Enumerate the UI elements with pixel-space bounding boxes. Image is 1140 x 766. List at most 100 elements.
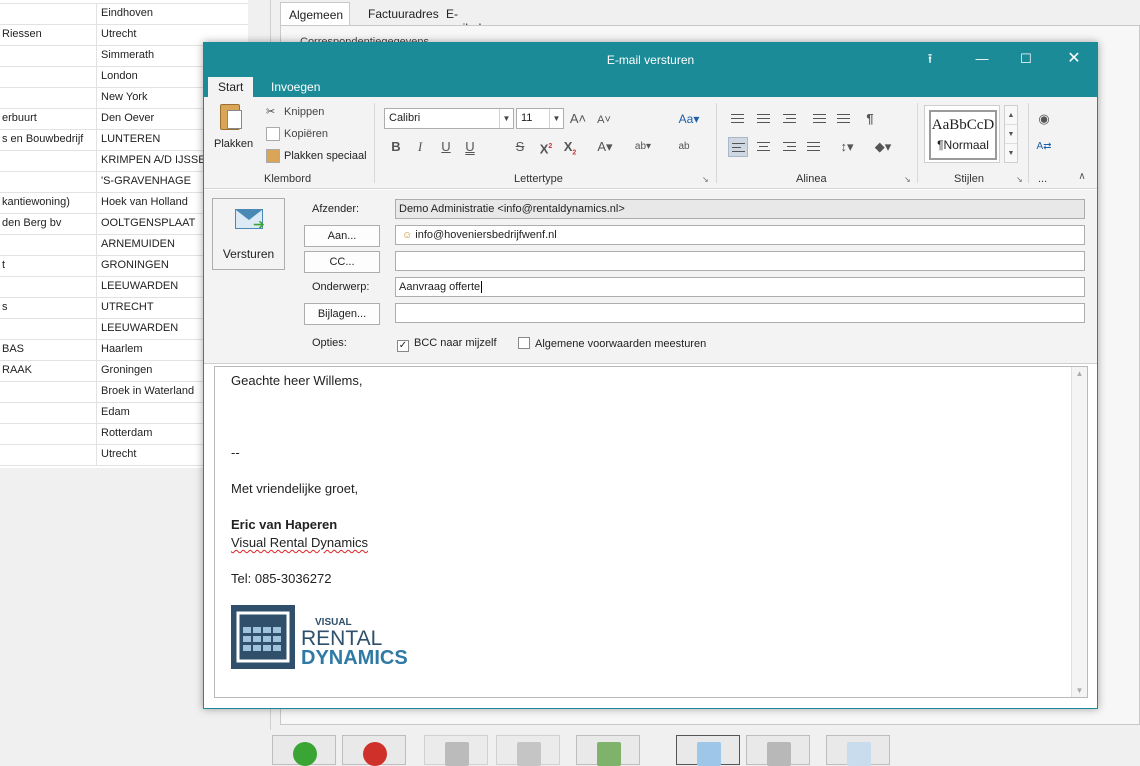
list-cell-city: Rotterdam: [101, 427, 153, 439]
align-center-icon[interactable]: [754, 137, 774, 157]
find-icon[interactable]: ◉: [1034, 109, 1054, 129]
delete-button[interactable]: [342, 735, 406, 766]
chevron-up-icon[interactable]: ▲: [1005, 106, 1017, 125]
letter-button[interactable]: [826, 735, 890, 766]
pin-icon[interactable]: ⭱: [920, 49, 940, 69]
launcher-icon[interactable]: ↘: [904, 175, 911, 184]
superscript-icon[interactable]: X2: [536, 137, 556, 157]
list-cell-name: t: [0, 256, 97, 277]
shrink-font-icon[interactable]: A˅: [594, 110, 614, 130]
body-signature-phone: Tel: 085-3036272: [231, 571, 332, 586]
justify-icon[interactable]: [804, 137, 824, 157]
list-cell-city: LEEUWARDEN: [101, 322, 179, 334]
terms-checkbox[interactable]: Algemene voorwaarden meesturen: [518, 337, 706, 350]
subscript-icon[interactable]: X2: [560, 137, 580, 157]
launcher-icon[interactable]: ↘: [1016, 175, 1023, 184]
save-button[interactable]: [424, 735, 488, 766]
tab-emailadressen[interactable]: E-mailadressen: [438, 2, 525, 35]
tab-algemeen[interactable]: Algemeen: [280, 2, 350, 26]
phone-button[interactable]: [746, 735, 810, 766]
send-button[interactable]: ➔ Versturen: [212, 198, 285, 270]
list-cell-name: [0, 172, 97, 193]
font-family-select[interactable]: Calibri ▼: [384, 108, 514, 129]
paste-icon[interactable]: [218, 102, 244, 134]
list-cell-city: LUNTEREN: [101, 133, 161, 145]
chevron-up-icon[interactable]: ▲: [1072, 369, 1087, 378]
font-size-select[interactable]: 11 ▼: [516, 108, 564, 129]
increase-indent-icon[interactable]: [834, 109, 854, 129]
grow-font-icon[interactable]: A˄: [568, 109, 588, 129]
italic-icon[interactable]: I: [410, 137, 430, 157]
close-icon[interactable]: ✕: [1064, 49, 1084, 69]
decrease-indent-icon[interactable]: [810, 109, 830, 129]
bcc-label: BCC naar mijzelf: [414, 337, 497, 349]
list-cell-name: [0, 403, 97, 424]
line-spacing-icon[interactable]: ↕▾: [832, 137, 862, 157]
more-styles-icon[interactable]: ▼: [1005, 144, 1017, 163]
bcc-checkbox[interactable]: ✓ BCC naar mijzelf: [397, 337, 497, 352]
bullets-icon[interactable]: [728, 109, 748, 129]
attachments-field[interactable]: [395, 303, 1085, 323]
align-left-icon[interactable]: [728, 137, 748, 157]
paste-button[interactable]: Plakken: [214, 138, 253, 150]
launcher-icon[interactable]: ↘: [702, 175, 709, 184]
styles-scroll[interactable]: ▲ ▼ ▼: [1004, 105, 1018, 163]
font-color-icon[interactable]: A▾: [590, 137, 620, 157]
collapse-ribbon-icon[interactable]: ∧: [1072, 167, 1092, 187]
cancel-button[interactable]: [496, 735, 560, 766]
subject-field[interactable]: Aanvraag offerte: [395, 277, 1085, 297]
numbering-icon[interactable]: [754, 109, 774, 129]
cc-button[interactable]: CC...: [304, 251, 380, 273]
list-cell-name: [0, 88, 97, 109]
font-family-value: Calibri: [389, 112, 421, 124]
tab-factuuradres[interactable]: Factuuradres: [360, 2, 447, 26]
chevron-down-icon[interactable]: ▼: [1005, 125, 1017, 144]
replace-icon[interactable]: A⇄: [1034, 137, 1054, 157]
to-button[interactable]: Aan...: [304, 225, 380, 247]
multilevel-list-icon[interactable]: [780, 109, 800, 129]
message-body[interactable]: Geachte heer Willems, -- Met vriendelijk…: [214, 366, 1088, 698]
to-field[interactable]: ☺ info@hoveniersbedrijfwenf.nl: [395, 225, 1085, 245]
list-cell-name: [0, 4, 97, 25]
list-cell-name: [0, 319, 97, 340]
cc-field[interactable]: [395, 251, 1085, 271]
chevron-down-icon[interactable]: ▼: [1072, 686, 1087, 695]
paste-special-button[interactable]: Plakken speciaal: [266, 149, 367, 167]
list-cell-city: Edam: [101, 406, 130, 418]
underline-icon[interactable]: U: [436, 137, 456, 157]
delete-icon: [363, 742, 387, 766]
add-button[interactable]: [272, 735, 336, 766]
subject-label: Onderwerp:: [312, 281, 370, 293]
body-scrollbar[interactable]: ▲ ▼: [1071, 367, 1087, 697]
double-underline-icon[interactable]: U: [460, 137, 480, 157]
list-cell-name: [0, 445, 97, 466]
list-cell-name: erbuurt: [0, 109, 97, 130]
tab-invoegen[interactable]: Invoegen: [261, 77, 330, 97]
letter-icon: [847, 742, 871, 766]
from-label: Afzender:: [312, 203, 360, 215]
list-cell-name: [0, 46, 97, 67]
email-button[interactable]: [676, 735, 740, 766]
pilcrow-icon[interactable]: ¶: [860, 109, 880, 129]
strikethrough-icon[interactable]: S: [510, 137, 530, 157]
map-button[interactable]: [576, 735, 640, 766]
styles-gallery[interactable]: AaBbCcD ¶Normaal: [924, 105, 1000, 163]
clear-format-icon[interactable]: ab: [674, 137, 694, 157]
list-cell-name: s: [0, 298, 97, 319]
paste-special-icon: [266, 149, 280, 163]
highlight-icon[interactable]: ab▾: [628, 137, 658, 157]
copy-button[interactable]: Kopiëren: [266, 127, 328, 145]
maximize-icon[interactable]: ☐: [1016, 49, 1036, 69]
tab-start[interactable]: Start: [208, 77, 254, 97]
shading-icon[interactable]: ◆▾: [868, 137, 898, 157]
change-case-icon[interactable]: Aa▾: [674, 109, 704, 129]
attachments-button[interactable]: Bijlagen...: [304, 303, 380, 325]
cut-button[interactable]: ✂ Knippen: [266, 105, 324, 123]
list-cell-city: Hoek van Holland: [101, 196, 188, 208]
minimize-icon[interactable]: —: [972, 49, 992, 69]
list-row[interactable]: Eindhoven: [0, 4, 248, 25]
logo-line3: DYNAMICS: [301, 647, 408, 669]
align-right-icon[interactable]: [780, 137, 800, 157]
style-normal[interactable]: AaBbCcD ¶Normaal: [929, 110, 997, 160]
bold-icon[interactable]: B: [386, 137, 406, 157]
